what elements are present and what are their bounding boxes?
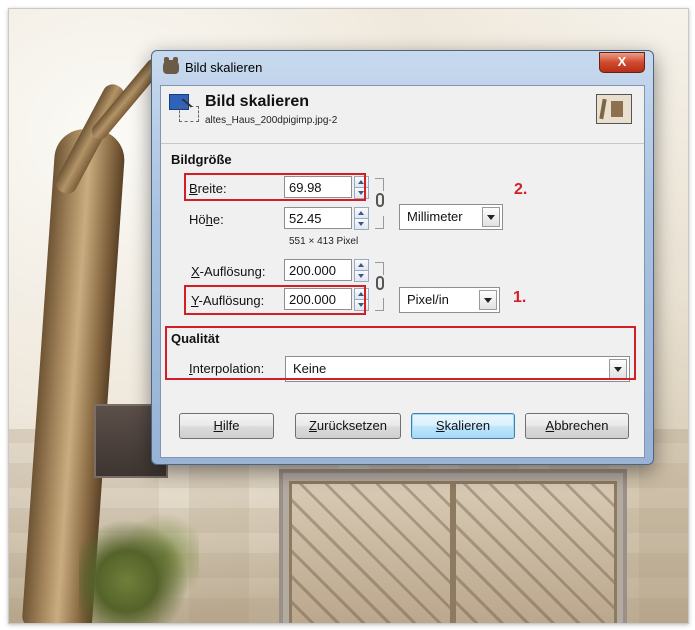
dialog-heading: Bild skalieren	[205, 93, 310, 110]
window-title: Bild skalieren	[185, 60, 263, 75]
height-input[interactable]: 52.45	[284, 207, 352, 229]
size-unit-select[interactable]: Millimeter	[399, 204, 503, 230]
x-resolution-input[interactable]: 200.000	[284, 259, 352, 281]
highlight-quality-section	[165, 326, 636, 380]
scale-image-dialog: Bild skalieren X Bild skalieren altes_Ha…	[151, 50, 654, 465]
reset-button[interactable]: Zurücksetzen	[295, 413, 401, 439]
door-leaf	[453, 481, 617, 623]
dialog-body: Bild skalieren altes_Haus_200dpigimp.jpg…	[160, 85, 645, 458]
annotation-step-1: 1.	[513, 289, 527, 306]
close-button[interactable]: X	[599, 52, 645, 73]
spin-down-icon[interactable]	[354, 270, 369, 282]
x-resolution-spinner[interactable]	[354, 259, 369, 282]
height-label: Höhe:	[189, 212, 224, 227]
x-resolution-label: X-Auflösung:	[191, 264, 266, 279]
resolution-unit-select[interactable]: Pixel/in	[399, 287, 500, 313]
gimp-wilber-icon	[163, 57, 179, 74]
spin-down-icon[interactable]	[354, 218, 369, 230]
scale-button[interactable]: Skalieren	[411, 413, 515, 439]
image-size-heading: Bildgröße	[171, 152, 232, 167]
size-unit-value: Millimeter	[407, 209, 463, 224]
highlight-y-resolution-row	[184, 285, 366, 315]
dropdown-arrow-icon[interactable]	[482, 207, 500, 227]
highlight-width-row	[184, 173, 366, 201]
image-filename: altes_Haus_200dpigimp.jpg-2	[205, 115, 338, 126]
title-bar[interactable]: Bild skalieren X	[152, 51, 653, 85]
dialog-header: Bild skalieren altes_Haus_200dpigimp.jpg…	[161, 86, 644, 142]
height-spinner[interactable]	[354, 207, 369, 230]
image-thumbnail-icon	[596, 94, 632, 124]
plants	[79, 509, 199, 623]
annotation-step-2: 2.	[514, 181, 528, 198]
dropdown-arrow-icon[interactable]	[479, 290, 497, 310]
help-button[interactable]: Hilfe	[179, 413, 274, 439]
door-leaf	[289, 481, 453, 623]
chain-link-icon[interactable]	[375, 178, 387, 229]
resolution-unit-value: Pixel/in	[407, 292, 449, 307]
scale-image-icon	[169, 94, 199, 122]
wooden-door	[279, 469, 627, 623]
divider	[161, 143, 644, 144]
pixel-dimensions: 551 × 413 Pixel	[289, 236, 359, 247]
cancel-button[interactable]: Abbrechen	[525, 413, 629, 439]
chain-link-icon[interactable]	[375, 262, 387, 312]
